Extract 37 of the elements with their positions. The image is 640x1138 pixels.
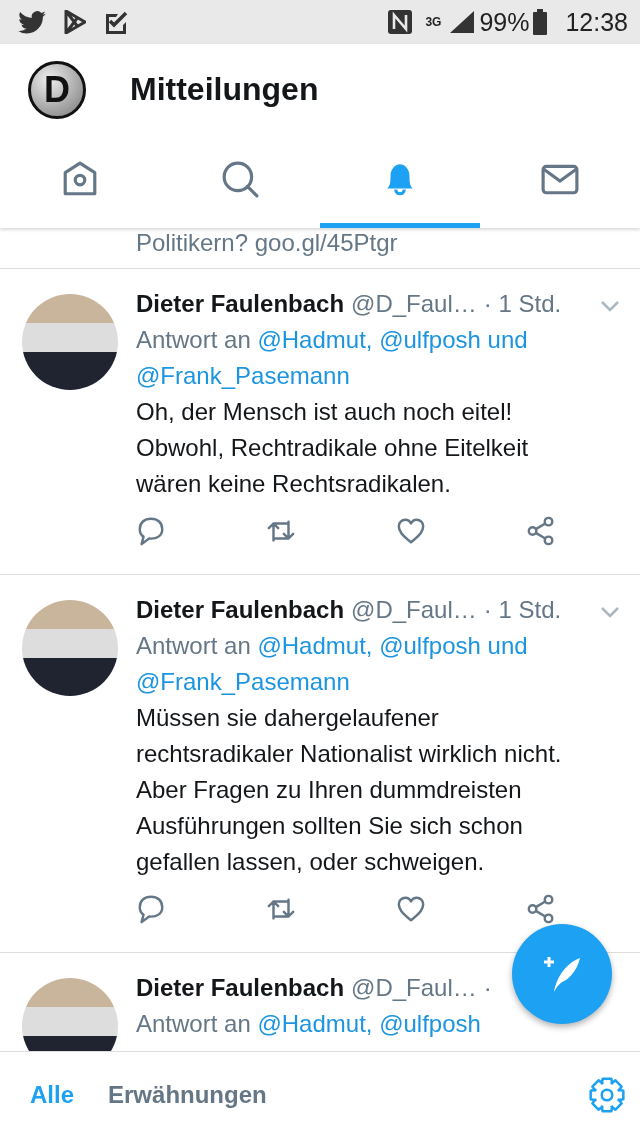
- profile-logo[interactable]: D: [28, 60, 86, 119]
- author-handle: @D_Faul…: [351, 973, 477, 1003]
- tweet-text: Politikern? goo.gl/45Ptgr: [136, 229, 398, 256]
- author-handle: @D_Faul…: [351, 595, 477, 625]
- check-badge-icon: [104, 10, 128, 34]
- author-handle: @D_Faul…: [351, 289, 477, 319]
- heart-icon[interactable]: [396, 894, 426, 924]
- reply-line: Antwort an @Hadmut, @ulfposh: [136, 1009, 482, 1039]
- reply-line: Antwort an @Hadmut, @ulfposh und @Frank_Pasemann: [136, 325, 529, 391]
- play-icon: [64, 10, 86, 34]
- reply-line: Antwort an @Hadmut, @ulfposh und @Frank_Pasemann: [136, 631, 529, 697]
- tweet-text: Müssen sie dahergelaufener rechtsradikaler Nationalist wirklich nicht. Aber Fragen zu Ihren dummdreisten Ausführungen sollten Sie sich schon gefallen lassen, oder schweigen.: [136, 703, 563, 877]
- share-icon[interactable]: [526, 894, 556, 924]
- avatar-photo-placeholder[interactable]: [22, 978, 118, 1051]
- settings-icon[interactable]: [588, 1076, 626, 1114]
- tweet-time: ·: [483, 973, 492, 1003]
- author-name[interactable]: Dieter Faulenbach: [136, 970, 345, 1006]
- network-type: 3G: [425, 16, 442, 28]
- author-name[interactable]: Dieter Faulenbach: [136, 592, 345, 628]
- tweet-text: Oh, der Mensch ist auch noch eitel! Obwohl, Rechtradikale ohne Eitelkeit wären keine Rechtsradikalen.: [136, 397, 530, 499]
- clock: 12:38: [565, 9, 628, 35]
- heart-icon[interactable]: [396, 516, 426, 546]
- home-icon: [61, 160, 99, 198]
- speech-bubble-icon[interactable]: [136, 894, 166, 924]
- author-name[interactable]: Dieter Faulenbach: [136, 286, 345, 322]
- tweet-time: · 1 Std.: [483, 289, 562, 319]
- nfc-icon: [387, 9, 414, 35]
- signal-icon: [449, 10, 476, 34]
- bird-icon: [18, 10, 46, 34]
- tweet-time: · 1 Std.: [483, 595, 562, 625]
- page-title: Mitteilungen: [130, 71, 319, 108]
- battery-icon: [533, 9, 548, 35]
- share-icon[interactable]: [526, 516, 556, 546]
- speech-bubble-icon[interactable]: [136, 516, 166, 546]
- battery-percent: 99%: [479, 9, 530, 35]
- search-icon: [221, 160, 259, 198]
- filter-tab[interactable]: Erwähnungen: [98, 1075, 277, 1115]
